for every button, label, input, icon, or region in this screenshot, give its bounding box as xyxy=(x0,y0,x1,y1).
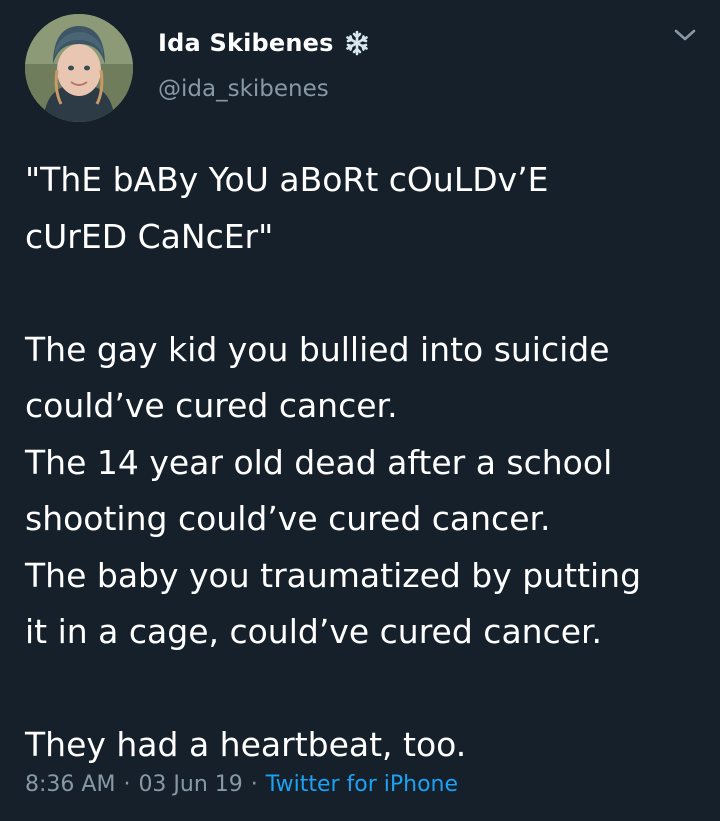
tweet-line: The baby you traumatized by putting xyxy=(25,555,642,595)
display-name[interactable]: Ida Skibenes xyxy=(158,29,334,57)
tweet-line: The 14 year old dead after a school xyxy=(25,442,613,482)
tweet-date[interactable]: 03 Jun 19 xyxy=(138,772,242,797)
avatar-image xyxy=(25,14,133,122)
avatar[interactable] xyxy=(25,14,133,122)
tweet-line: shooting could’ve cured cancer. xyxy=(25,499,551,538)
tweet-line: could’ve cured cancer. xyxy=(25,386,398,425)
tweet-card: Ida Skibenes @ida_skibenes "ThE bABy YoU… xyxy=(0,0,720,821)
tweet-line: it in a cage, could’ve cured cancer. xyxy=(25,612,603,651)
tweet-line: The gay kid you bullied into suicide xyxy=(25,329,610,369)
tweet-line: cUrED CaNcEr" xyxy=(25,216,274,256)
tweet-meta: 8:36 AM · 03 Jun 19 · Twitter for iPhone xyxy=(25,772,458,797)
chevron-down-icon[interactable] xyxy=(672,26,698,44)
tweet-line: They had a heartbeat, too. xyxy=(25,725,467,764)
tweet-text: "ThE bABy YoU aBoRt cOuLDv’E cUrED CaNcE… xyxy=(25,152,705,774)
meta-separator: · xyxy=(250,772,258,797)
meta-separator: · xyxy=(123,772,131,797)
tweet-line: "ThE bABy YoU aBoRt cOuLDv’E xyxy=(25,160,549,199)
tweet-time[interactable]: 8:36 AM xyxy=(25,772,115,797)
snowflake-icon xyxy=(345,30,368,56)
tweet-source-link[interactable]: Twitter for iPhone xyxy=(266,772,458,797)
author-handle[interactable]: @ida_skibenes xyxy=(158,76,329,102)
author-name-row[interactable]: Ida Skibenes xyxy=(158,26,370,60)
